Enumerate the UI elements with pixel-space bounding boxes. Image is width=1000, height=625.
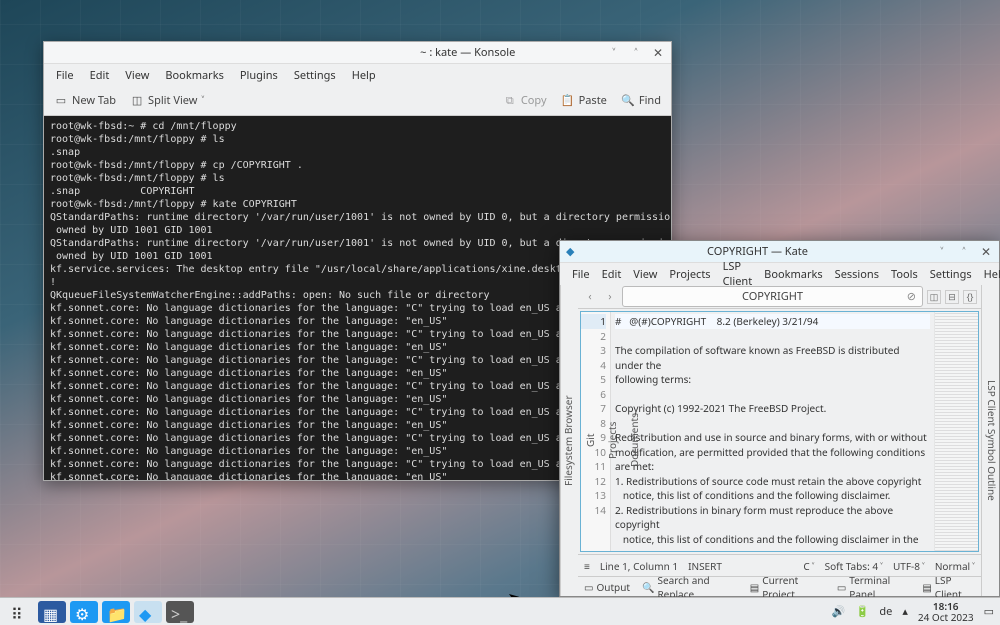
indent-mode[interactable]: Soft Tabs: 4 ˅ xyxy=(825,559,883,573)
tool-output[interactable]: ▭ Output xyxy=(584,580,630,594)
taskbar: ⠿ ▦ ⚙ 📁 ◆ >_ 🔊 🔋 de ▴ 18:16 24 Oct 2023 … xyxy=(0,597,1000,625)
menu-file[interactable]: File xyxy=(572,267,590,282)
menu-bookmarks[interactable]: Bookmarks xyxy=(764,267,822,282)
close-icon[interactable]: ✕ xyxy=(979,245,993,259)
find-button[interactable]: 🔍Find xyxy=(621,93,661,108)
menu-bookmarks[interactable]: Bookmarks xyxy=(165,68,223,83)
kate-app-icon: ◆ xyxy=(566,244,580,259)
konsole-menubar: File Edit View Bookmarks Plugins Setting… xyxy=(44,64,671,86)
minimap[interactable] xyxy=(934,312,978,551)
menu-help[interactable]: Help xyxy=(352,68,376,83)
volume-icon[interactable]: 🔊 xyxy=(832,604,846,619)
keyboard-layout[interactable]: de xyxy=(879,604,892,619)
eol-mode[interactable]: Normal ˅ xyxy=(935,559,975,573)
close-icon[interactable]: ✕ xyxy=(651,46,665,60)
kate-tabbar: ‹ › COPYRIGHT ⊘ ◫ ⊟ {} xyxy=(578,285,981,309)
konsole-toolbar: ▭New Tab ◫Split View ˅ ⧉Copy 📋Paste 🔍Fin… xyxy=(44,86,671,116)
tab-prev-button[interactable]: ‹ xyxy=(582,289,598,304)
show-desktop-icon[interactable]: ▭ xyxy=(984,604,994,619)
hamburger-icon[interactable]: ≡ xyxy=(584,559,590,573)
tab-label: COPYRIGHT xyxy=(742,289,803,304)
chevron-down-icon: ˅ xyxy=(922,559,925,573)
chevron-down-icon: ˅ xyxy=(201,93,204,108)
copy-button[interactable]: ⧉Copy xyxy=(503,93,547,108)
split-view-icon: ◫ xyxy=(130,94,144,108)
app-launcher-button[interactable]: ⠿ xyxy=(6,601,34,623)
copy-icon: ⧉ xyxy=(503,94,517,108)
kate-titlebar[interactable]: ◆ COPYRIGHT — Kate ˅ ˄ ✕ xyxy=(560,241,999,263)
chevron-down-icon: ˅ xyxy=(812,559,815,573)
kate-taskbar-icon[interactable]: ◆ xyxy=(134,601,162,623)
split-vertical-icon[interactable]: ⊟ xyxy=(945,290,959,304)
task-manager-icon[interactable]: ▦ xyxy=(38,601,66,623)
clock[interactable]: 18:16 24 Oct 2023 xyxy=(918,601,974,623)
tab-next-button[interactable]: › xyxy=(602,289,618,304)
paste-button[interactable]: 📋Paste xyxy=(561,93,607,108)
konsole-taskbar-icon[interactable]: >_ xyxy=(166,601,194,623)
search-icon: 🔍 xyxy=(621,94,635,108)
sidebar-projects[interactable]: Projects xyxy=(605,422,619,459)
maximize-icon[interactable]: ˄ xyxy=(957,245,971,259)
file-manager-icon[interactable]: 📁 xyxy=(102,601,130,623)
menu-sessions[interactable]: Sessions xyxy=(835,267,879,282)
menu-tools[interactable]: Tools xyxy=(891,267,918,282)
paste-icon: 📋 xyxy=(561,94,575,108)
file-type[interactable]: C ˅ xyxy=(803,559,814,573)
new-tab-icon: ▭ xyxy=(54,94,68,108)
sidebar-git[interactable]: Git xyxy=(583,434,597,447)
konsole-titlebar[interactable]: ~ : kate — Konsole ˅ ˄ ✕ xyxy=(44,42,671,64)
cursor-position[interactable]: Line 1, Column 1 xyxy=(600,559,678,573)
menu-edit[interactable]: Edit xyxy=(90,68,110,83)
chevron-down-icon: ˅ xyxy=(880,559,883,573)
system-settings-icon[interactable]: ⚙ xyxy=(70,601,98,623)
chevron-down-icon: ˅ xyxy=(972,559,975,573)
split-horizontal-icon[interactable]: ◫ xyxy=(927,290,941,304)
menu-view[interactable]: View xyxy=(125,68,149,83)
kate-menubar: File Edit View Projects LSP Client Bookm… xyxy=(560,263,999,285)
tab-options-icon[interactable]: {} xyxy=(963,290,977,304)
menu-file[interactable]: File xyxy=(56,68,74,83)
editor-text-area[interactable]: # @(#)COPYRIGHT 8.2 (Berkeley) 3/21/94 T… xyxy=(611,312,934,551)
kate-right-sidebar: LSP Client Symbol Outline xyxy=(981,285,999,596)
sidebar-documents[interactable]: Documents xyxy=(627,414,641,468)
menu-edit[interactable]: Edit xyxy=(602,267,622,282)
menu-view[interactable]: View xyxy=(633,267,657,282)
battery-icon[interactable]: 🔋 xyxy=(856,604,870,619)
menu-settings[interactable]: Settings xyxy=(930,267,972,282)
minimize-icon[interactable]: ˅ xyxy=(607,46,621,60)
menu-plugins[interactable]: Plugins xyxy=(240,68,278,83)
split-view-button[interactable]: ◫Split View ˅ xyxy=(130,93,205,108)
tab-close-icon[interactable]: ⊘ xyxy=(907,289,916,304)
encoding[interactable]: UTF-8 ˅ xyxy=(893,559,925,573)
menu-help[interactable]: Help xyxy=(984,267,1000,282)
tray-expand-icon[interactable]: ▴ xyxy=(902,604,908,619)
konsole-title: ~ : kate — Konsole xyxy=(329,45,608,60)
new-tab-button[interactable]: ▭New Tab xyxy=(54,93,116,108)
menu-settings[interactable]: Settings xyxy=(294,68,336,83)
edit-mode[interactable]: INSERT xyxy=(688,559,722,573)
kate-title: COPYRIGHT — Kate xyxy=(580,244,935,259)
sidebar-lsp-outline[interactable]: LSP Client Symbol Outline xyxy=(985,380,999,501)
kate-left-sidebar: Filesystem Browser Git Projects Document… xyxy=(560,285,578,596)
kate-window: ◆ COPYRIGHT — Kate ˅ ˄ ✕ File Edit View … xyxy=(559,240,1000,597)
maximize-icon[interactable]: ˄ xyxy=(629,46,643,60)
tab-copyright[interactable]: COPYRIGHT ⊘ xyxy=(622,286,923,307)
sidebar-filesystem-browser[interactable]: Filesystem Browser xyxy=(561,395,575,486)
minimize-icon[interactable]: ˅ xyxy=(935,245,949,259)
menu-projects[interactable]: Projects xyxy=(669,267,710,282)
kate-bottom-toolbar: ▭ Output 🔍 Search and Replace ▤ Current … xyxy=(578,576,981,596)
